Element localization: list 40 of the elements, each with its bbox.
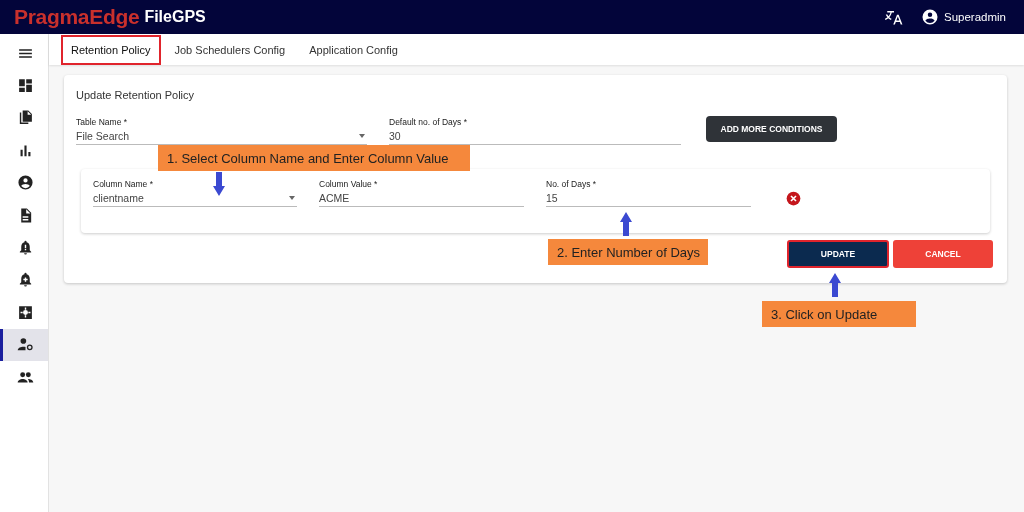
callout-note: 1. Select Column Name and Enter Column Value <box>158 145 470 171</box>
pointer-arrow-icon <box>213 172 225 196</box>
field-label: Column Name * <box>93 179 154 189</box>
account-icon[interactable] <box>921 8 939 26</box>
translate-icon[interactable] <box>885 8 903 26</box>
field-label: Default no. of Days * <box>389 117 468 127</box>
account-icon <box>17 174 34 192</box>
field-value: File Search <box>76 130 130 142</box>
tab[interactable]: Retention Policy <box>61 34 161 65</box>
settings-icon <box>17 303 34 321</box>
cancel-button[interactable]: CANCEL <box>893 240 993 268</box>
field-label: Table Name * <box>76 117 129 127</box>
field-label: Column Value * <box>319 179 379 189</box>
field-label: No. of Days * <box>546 179 598 189</box>
field-value: clientname <box>93 192 144 204</box>
remove-icon[interactable] <box>786 191 801 206</box>
field-value: 15 <box>546 192 558 204</box>
field-value: ACME <box>319 192 350 204</box>
user-name[interactable]: Superadmin <box>944 11 1006 23</box>
pointer-arrow-icon <box>829 273 841 297</box>
field-value: 30 <box>389 130 401 142</box>
sidebar-item[interactable] <box>0 328 48 361</box>
pointer-arrow-icon <box>620 212 632 236</box>
form-title: Update Retention Policy <box>76 89 195 101</box>
brand-logo: PragmaEdge <box>14 5 140 29</box>
callout-note: 3. Click on Update <box>762 301 916 327</box>
bell-icon <box>17 239 34 257</box>
callout-note: 2. Enter Number of Days <box>548 239 708 265</box>
tab[interactable]: Application Config <box>299 34 408 65</box>
add-conditions-button[interactable]: ADD MORE CONDITIONS <box>706 116 837 142</box>
update-button[interactable]: UPDATE <box>787 240 889 268</box>
days-field[interactable]: No. of Days * 15 <box>546 179 751 207</box>
bell-plus-icon <box>17 271 34 289</box>
column-value-field[interactable]: Column Value * ACME <box>319 179 524 207</box>
tab[interactable]: Job Schedulers Config <box>164 34 296 65</box>
dropdown-caret-icon[interactable] <box>289 196 295 200</box>
files-icon <box>17 109 34 127</box>
dashboard-icon <box>17 77 34 95</box>
product-name: FileGPS <box>144 8 206 26</box>
dropdown-caret-icon[interactable] <box>359 134 365 138</box>
